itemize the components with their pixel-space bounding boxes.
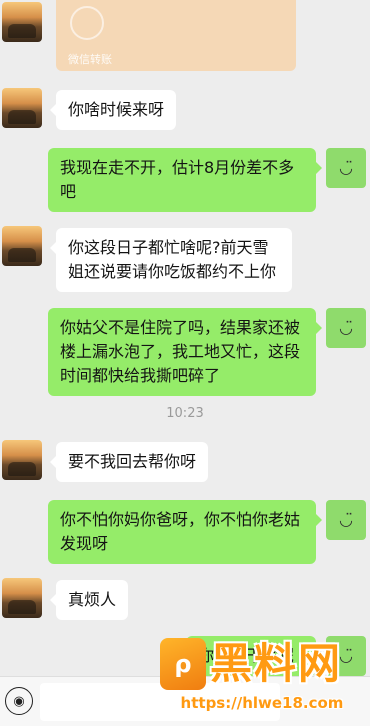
message-bubble-incoming[interactable]: 你这段日子都忙啥呢?前天雪姐还说要请你吃饭都约不上你 <box>50 228 292 292</box>
transfer-card[interactable]: 微信转账 <box>56 0 296 71</box>
message-bubble-incoming[interactable]: 真烦人 <box>49 580 129 620</box>
smiley-icon: ◡̈ <box>339 158 353 177</box>
smiley-icon: ◡̈ <box>339 646 353 665</box>
message-bubble-outgoing[interactable]: 你姑父不是住院了吗，结果家还被楼上漏水泡了，我工地又忙，这段时间都快给我撕吧碎了 <box>48 308 322 396</box>
contact-avatar[interactable] <box>2 440 42 480</box>
timestamp: 10:23 <box>166 406 204 421</box>
message-bubble-incoming[interactable]: 你啥时候来呀 <box>49 90 177 130</box>
contact-avatar[interactable] <box>2 2 42 42</box>
self-avatar[interactable]: ◡̈ <box>326 500 366 540</box>
message-bubble-incoming[interactable]: 要不我回去帮你呀 <box>49 442 209 482</box>
self-avatar[interactable]: ◡̈ <box>326 636 366 676</box>
transfer-label: 微信转账 <box>68 53 112 66</box>
contact-avatar[interactable] <box>2 88 42 128</box>
input-bar: ◉ <box>0 676 370 726</box>
smiley-icon: ◡̈ <box>339 318 353 337</box>
chat-area: 微信转账 你啥时候来呀 ◡̈ 我现在走不开，估计8月份差不多吧 你这段日子都忙啥… <box>0 0 370 676</box>
transfer-icon <box>70 6 104 40</box>
message-bubble-outgoing[interactable]: 我现在走不开，估计8月份差不多吧 <box>48 148 322 212</box>
contact-avatar[interactable] <box>2 226 42 266</box>
contact-avatar[interactable] <box>2 578 42 618</box>
message-bubble-outgoing[interactable]: 你现在干啥呢 <box>186 636 322 676</box>
self-avatar[interactable]: ◡̈ <box>326 308 366 348</box>
self-avatar[interactable]: ◡̈ <box>326 148 366 188</box>
message-bubble-outgoing[interactable]: 你不怕你妈你爸呀，你不怕你老姑发现呀 <box>48 500 322 564</box>
message-input[interactable] <box>40 683 280 721</box>
voice-icon[interactable]: ◉ <box>5 687 33 715</box>
smiley-icon: ◡̈ <box>339 510 353 529</box>
